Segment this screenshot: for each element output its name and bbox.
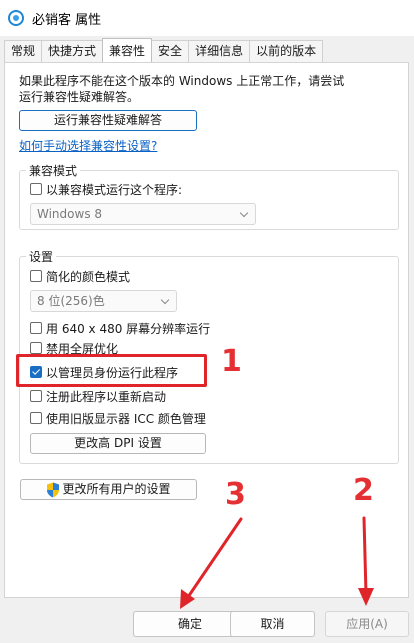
color-depth-select-value: 8 位(256)色 bbox=[37, 294, 105, 308]
register-restart-checkbox[interactable] bbox=[30, 390, 42, 402]
change-all-users-label: 更改所有用户的设置 bbox=[62, 482, 171, 496]
cancel-button[interactable]: 取消 bbox=[230, 611, 315, 637]
title-bar: 必销客 属性 bbox=[0, 0, 414, 36]
annotation-step-3: 3 bbox=[225, 477, 246, 512]
window-title: 必销客 属性 bbox=[32, 12, 102, 28]
resolution-640-row[interactable]: 用 640 x 480 屏幕分辨率运行 bbox=[30, 319, 210, 337]
register-restart-row[interactable]: 注册此程序以重新启动 bbox=[30, 387, 166, 405]
compat-mode-checkbox-row[interactable]: 以兼容模式运行这个程序: bbox=[30, 180, 182, 198]
compat-os-select[interactable]: Windows 8 bbox=[30, 203, 256, 225]
annotation-step-1: 1 bbox=[221, 344, 242, 379]
chevron-down-icon bbox=[160, 295, 170, 305]
tab-compatibility[interactable]: 兼容性 bbox=[102, 38, 153, 62]
compat-mode-group-label: 兼容模式 bbox=[26, 162, 81, 179]
manual-settings-link[interactable]: 如何手动选择兼容性设置? bbox=[19, 137, 157, 154]
compatibility-panel: 如果此程序不能在这个版本的 Windows 上正常工作，请尝试 运行兼容性疑难解… bbox=[4, 62, 409, 598]
resolution-640-checkbox[interactable] bbox=[30, 322, 42, 334]
intro-text: 如果此程序不能在这个版本的 Windows 上正常工作，请尝试 运行兼容性疑难解… bbox=[19, 73, 394, 105]
legacy-icc-row[interactable]: 使用旧版显示器 ICC 颜色管理 bbox=[30, 409, 206, 427]
legacy-icc-label: 使用旧版显示器 ICC 颜色管理 bbox=[46, 411, 206, 426]
change-all-users-button[interactable]: 更改所有用户的设置 bbox=[20, 479, 197, 500]
change-dpi-button[interactable]: 更改高 DPI 设置 bbox=[30, 433, 206, 454]
register-restart-label: 注册此程序以重新启动 bbox=[46, 389, 167, 404]
tab-security[interactable]: 安全 bbox=[151, 40, 190, 62]
compat-mode-group: 兼容模式 以兼容模式运行这个程序: Windows 8 bbox=[19, 162, 399, 230]
tab-general[interactable]: 常规 bbox=[4, 40, 43, 62]
uac-shield-icon bbox=[47, 482, 60, 497]
apply-button[interactable]: 应用(A) bbox=[325, 611, 409, 637]
reduced-color-row[interactable]: 简化的颜色模式 bbox=[30, 267, 130, 285]
intro-line-1: 如果此程序不能在这个版本的 Windows 上正常工作，请尝试 bbox=[19, 74, 345, 88]
settings-group-label: 设置 bbox=[26, 248, 57, 265]
tab-previous-versions[interactable]: 以前的版本 bbox=[249, 40, 324, 62]
reduced-color-checkbox[interactable] bbox=[30, 270, 42, 282]
tab-shortcut[interactable]: 快捷方式 bbox=[41, 40, 104, 62]
color-depth-select[interactable]: 8 位(256)色 bbox=[30, 290, 177, 312]
chevron-down-icon bbox=[239, 208, 249, 218]
annotation-step-2: 2 bbox=[353, 473, 374, 508]
annotation-highlight-box bbox=[16, 354, 207, 387]
run-troubleshooter-button[interactable]: 运行兼容性疑难解答 bbox=[19, 110, 197, 131]
compat-mode-checkbox[interactable] bbox=[30, 183, 42, 195]
compat-os-select-value: Windows 8 bbox=[37, 207, 103, 221]
app-icon bbox=[8, 10, 24, 26]
tab-details[interactable]: 详细信息 bbox=[188, 40, 251, 62]
resolution-640-label: 用 640 x 480 屏幕分辨率运行 bbox=[46, 321, 211, 336]
disable-fullscreen-checkbox[interactable] bbox=[30, 342, 42, 354]
reduced-color-label: 简化的颜色模式 bbox=[46, 269, 131, 284]
compat-mode-label: 以兼容模式运行这个程序: bbox=[46, 182, 183, 197]
intro-line-2: 运行兼容性疑难解答。 bbox=[19, 90, 140, 104]
legacy-icc-checkbox[interactable] bbox=[30, 412, 42, 424]
tab-strip: 常规 快捷方式 兼容性 安全 详细信息 以前的版本 bbox=[4, 38, 324, 62]
